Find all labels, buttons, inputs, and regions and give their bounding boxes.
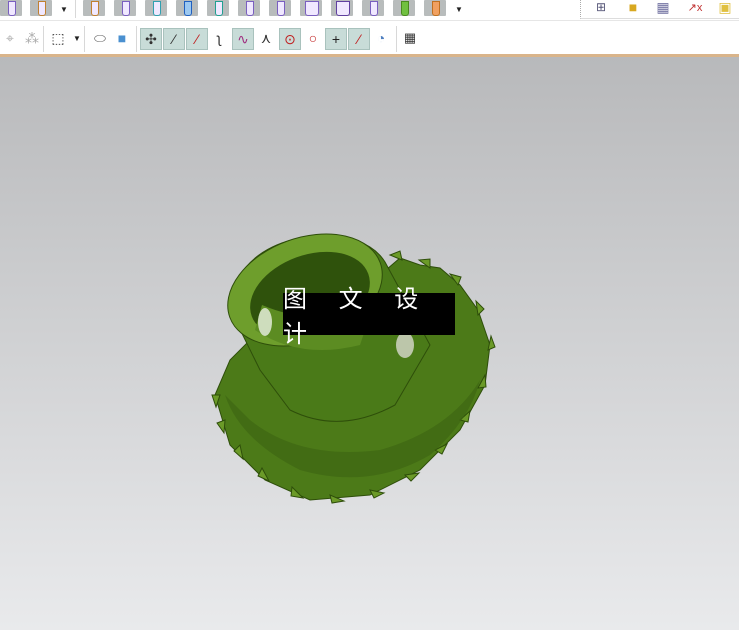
snap-endpoint-icon[interactable]: ⁄ bbox=[163, 28, 185, 50]
hole-tool-2-button[interactable] bbox=[30, 0, 52, 16]
view-shaded-icon[interactable]: ⬭ bbox=[90, 28, 110, 48]
hole-tool-10-button[interactable] bbox=[300, 0, 322, 16]
hole-tool-11-button[interactable] bbox=[331, 0, 353, 16]
view-cube-icon[interactable]: ■ bbox=[112, 28, 132, 48]
hole-tool-14-button[interactable] bbox=[424, 0, 446, 16]
csys-icon[interactable]: ↗x bbox=[685, 0, 705, 17]
snap-point-icon[interactable]: + bbox=[325, 28, 347, 50]
snap-on-curve-icon[interactable]: ⁄ bbox=[348, 28, 370, 50]
hole-tool-6-button[interactable] bbox=[176, 0, 198, 16]
snap-center-icon[interactable]: ⊙ bbox=[279, 28, 301, 50]
box-icon[interactable]: ▣ bbox=[715, 0, 735, 17]
toolbar-right: ⊞ ■ ▦ ↗x ▣ bbox=[580, 0, 739, 19]
snap-curve-icon[interactable]: ʅ bbox=[209, 28, 229, 48]
snap-control-icon[interactable]: ∿ bbox=[232, 28, 254, 50]
dropdown-arrow-icon[interactable]: ▼ bbox=[455, 5, 463, 14]
select-box-icon[interactable]: ⬚ bbox=[48, 28, 68, 48]
snap-midpoint-icon[interactable]: ⁄ bbox=[186, 28, 208, 50]
snap-intersection-icon[interactable]: ⋏ bbox=[256, 28, 276, 48]
part-icon[interactable]: ■ bbox=[623, 0, 643, 17]
hole-tool-3-button[interactable] bbox=[83, 0, 105, 16]
move-icon[interactable]: ⌖ bbox=[0, 28, 20, 48]
toolbar-top: ▼ ▼ ⊞ ■ ▦ ↗x ▣ bbox=[0, 0, 739, 20]
snap-all-icon[interactable]: ✣ bbox=[140, 28, 162, 50]
hole-tool-1-button[interactable] bbox=[0, 0, 22, 16]
hole-tool-12-button[interactable] bbox=[362, 0, 384, 16]
grid-icon[interactable]: ▦ bbox=[400, 28, 420, 48]
hole-tool-5-button[interactable] bbox=[145, 0, 167, 16]
dropdown-arrow-icon[interactable]: ▼ bbox=[73, 34, 81, 43]
hole-tool-13-button[interactable] bbox=[393, 0, 415, 16]
hole-tool-7-button[interactable] bbox=[207, 0, 229, 16]
drawing-icon[interactable]: ▦ bbox=[653, 0, 673, 17]
hole-tool-8-button[interactable] bbox=[238, 0, 260, 16]
hole-tool-9-button[interactable] bbox=[269, 0, 291, 16]
dropdown-arrow-icon[interactable]: ▼ bbox=[60, 5, 68, 14]
hole-tool-4-button[interactable] bbox=[114, 0, 136, 16]
watermark: 图 文 设 计 bbox=[283, 285, 455, 348]
snap-quadrant-icon[interactable]: ○ bbox=[303, 28, 323, 48]
assembly-tree-icon[interactable]: ⊞ bbox=[591, 0, 611, 17]
snap-face-icon[interactable]: ◔ bbox=[371, 28, 391, 48]
pattern-icon[interactable]: ⁂ bbox=[22, 28, 42, 48]
